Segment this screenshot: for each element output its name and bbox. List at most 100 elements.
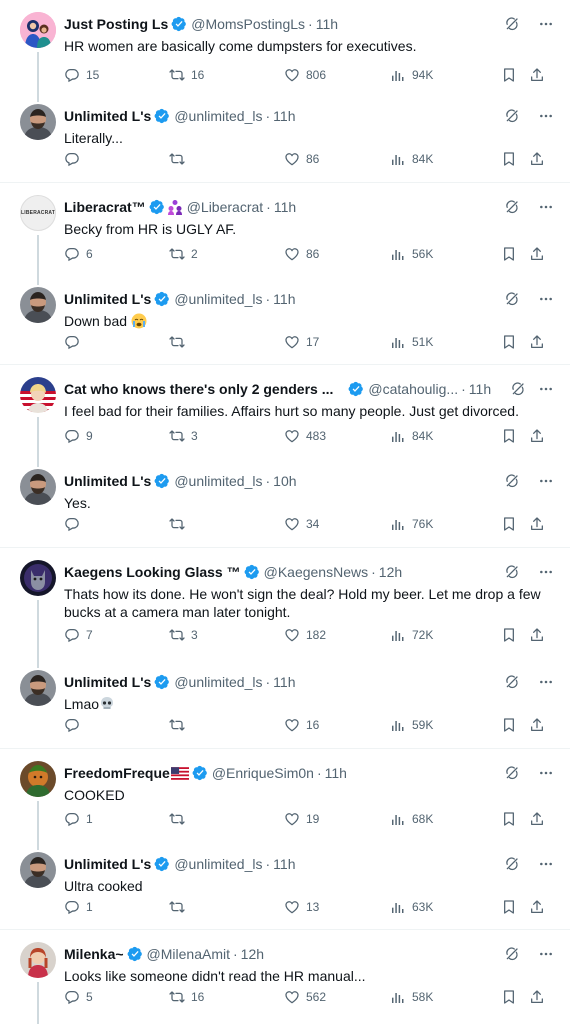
tweet[interactable]: FreedomFreque @EnriqueSim0n · 11h COOKED… [0,749,570,840]
share-button[interactable] [529,246,545,262]
timestamp[interactable]: 11h [274,199,296,215]
views-button[interactable]: 84K [390,428,433,444]
avatar[interactable] [20,12,56,48]
like-button[interactable]: 19 [284,811,319,827]
retweet-button[interactable] [169,717,191,733]
reply-button[interactable]: 15 [64,67,99,83]
bookmark-button[interactable] [501,428,517,444]
timestamp[interactable]: 11h [469,381,491,397]
like-button[interactable]: 86 [284,246,319,262]
handle[interactable]: @MomsPostingLs [191,16,305,32]
bookmark-button[interactable] [501,717,517,733]
share-button[interactable] [529,717,545,733]
handle[interactable]: @unlimited_ls [174,856,262,872]
display-name[interactable]: Cat who knows there's only 2 genders ... [64,381,333,397]
tweet[interactable]: LIBERACRAT Liberacrat™ @Liberacrat · 11h… [0,183,570,275]
grok-icon[interactable] [504,291,520,307]
views-button[interactable]: 84K [390,151,433,167]
bookmark-button[interactable] [501,246,517,262]
retweet-button[interactable]: 16 [169,67,204,83]
share-button[interactable] [529,989,545,1005]
timestamp[interactable]: 10h [273,473,296,489]
like-button[interactable]: 13 [284,899,319,915]
views-button[interactable]: 51K [390,334,433,350]
display-name[interactable]: Unlimited L's [64,108,151,124]
bookmark-button[interactable] [501,67,517,83]
reply-button[interactable] [64,516,86,532]
more-icon[interactable] [538,946,554,962]
timestamp[interactable]: 11h [273,291,295,307]
display-name[interactable]: FreedomFreque [64,765,170,781]
share-button[interactable] [529,516,545,532]
share-button[interactable] [529,899,545,915]
more-icon[interactable] [538,564,554,580]
more-icon[interactable] [538,856,554,872]
more-icon[interactable] [538,674,554,690]
display-name[interactable]: Unlimited L's [64,291,151,307]
retweet-button[interactable] [169,151,191,167]
retweet-button[interactable] [169,516,191,532]
tweet[interactable]: Unlimited L's @unlimited_ls · 11h Lmao 1… [0,658,570,749]
retweet-button[interactable] [169,899,191,915]
handle[interactable]: @catahoulig... [368,381,458,397]
like-button[interactable]: 86 [284,151,319,167]
timestamp[interactable]: 11h [273,108,295,124]
display-name[interactable]: Kaegens Looking Glass ™ [64,564,241,580]
views-button[interactable]: 58K [390,989,433,1005]
share-button[interactable] [529,151,545,167]
grok-icon[interactable] [504,765,520,781]
like-button[interactable]: 17 [284,334,319,350]
tweet[interactable]: Unlimited L's @unlimited_ls · 11h Litera… [0,92,570,183]
handle[interactable]: @unlimited_ls [174,473,262,489]
avatar[interactable] [20,942,56,978]
grok-icon[interactable] [504,16,520,32]
like-button[interactable]: 562 [284,989,326,1005]
views-button[interactable]: 72K [390,627,433,643]
tweet[interactable]: Milenka~ @MilenaAmit · 12h Looks like so… [0,930,570,1024]
like-button[interactable]: 182 [284,627,326,643]
retweet-button[interactable] [169,334,191,350]
handle[interactable]: @MilenaAmit [147,946,230,962]
bookmark-button[interactable] [501,811,517,827]
retweet-button[interactable] [169,811,191,827]
handle[interactable]: @Liberacrat [187,199,263,215]
handle[interactable]: @unlimited_ls [174,674,262,690]
more-icon[interactable] [538,765,554,781]
reply-button[interactable]: 7 [64,627,93,643]
avatar[interactable] [20,469,56,505]
avatar[interactable] [20,104,56,140]
views-button[interactable]: 94K [390,67,433,83]
display-name[interactable]: Milenka~ [64,946,124,962]
display-name[interactable]: Unlimited L's [64,856,151,872]
handle[interactable]: @unlimited_ls [174,291,262,307]
views-button[interactable]: 68K [390,811,433,827]
views-button[interactable]: 63K [390,899,433,915]
avatar[interactable] [20,560,56,596]
retweet-button[interactable]: 3 [169,428,198,444]
reply-button[interactable]: 1 [64,899,93,915]
reply-button[interactable]: 6 [64,246,93,262]
timestamp[interactable]: 12h [241,946,264,962]
more-icon[interactable] [538,381,554,397]
display-name[interactable]: Unlimited L's [64,674,151,690]
like-button[interactable]: 806 [284,67,326,83]
reply-button[interactable]: 1 [64,811,93,827]
reply-button[interactable]: 9 [64,428,93,444]
reply-button[interactable] [64,334,86,350]
tweet[interactable]: Just Posting Ls @MomsPostingLs · 11h HR … [0,0,570,92]
grok-icon[interactable] [504,946,520,962]
tweet[interactable]: Kaegens Looking Glass ™ @KaegensNews · 1… [0,548,570,658]
timestamp[interactable]: 12h [379,564,402,580]
bookmark-button[interactable] [501,989,517,1005]
more-icon[interactable] [538,473,554,489]
grok-icon[interactable] [504,856,520,872]
share-button[interactable] [529,428,545,444]
tweet[interactable]: Unlimited L's @unlimited_ls · 10h Yes. 3… [0,457,570,548]
grok-icon[interactable] [504,674,520,690]
timestamp[interactable]: 11h [273,674,295,690]
grok-icon[interactable] [504,199,520,215]
share-button[interactable] [529,627,545,643]
avatar[interactable] [20,377,56,413]
more-icon[interactable] [538,108,554,124]
grok-icon[interactable] [504,473,520,489]
